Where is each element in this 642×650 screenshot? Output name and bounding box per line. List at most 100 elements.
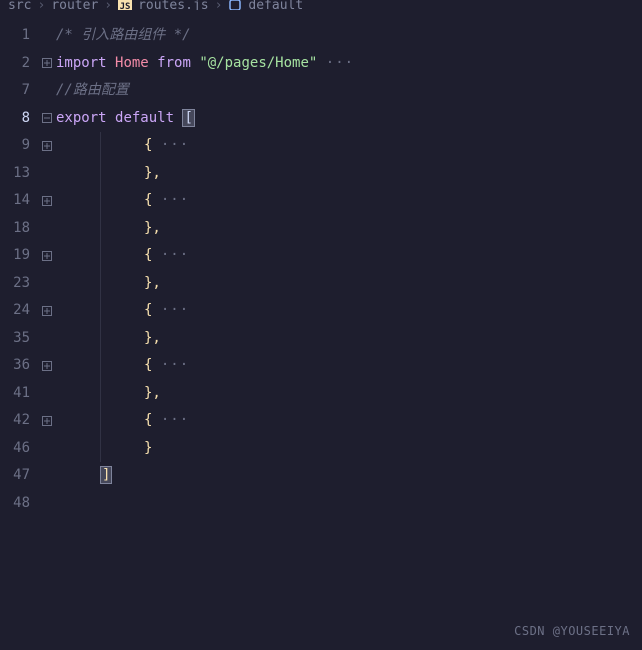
breadcrumb-sep: › bbox=[37, 0, 45, 10]
breadcrumb-seg[interactable]: src bbox=[8, 0, 31, 10]
fold-expand-icon[interactable] bbox=[38, 352, 56, 380]
indent-guide bbox=[100, 132, 101, 160]
indent-guide bbox=[100, 187, 101, 215]
line-number: 18 bbox=[0, 215, 30, 243]
breadcrumb-seg[interactable]: router bbox=[51, 0, 98, 10]
line-number: 8 bbox=[0, 105, 30, 133]
line-number: 46 bbox=[0, 435, 30, 463]
line-number: 13 bbox=[0, 160, 30, 188]
fold-empty bbox=[38, 22, 56, 50]
keyword: import bbox=[56, 55, 107, 71]
brace: }, bbox=[144, 165, 161, 181]
code-area[interactable]: /* 引入路由组件 */ import Home from "@/pages/H… bbox=[56, 10, 642, 650]
fold-ellipsis: ··· bbox=[161, 192, 189, 208]
indent-guide bbox=[100, 435, 101, 463]
indent-guide bbox=[100, 380, 101, 408]
code-line[interactable]: { ··· bbox=[56, 407, 642, 435]
line-number: 35 bbox=[0, 325, 30, 353]
brace: }, bbox=[144, 220, 161, 236]
fold-expand-icon[interactable] bbox=[38, 132, 56, 160]
code-line[interactable]: ] bbox=[56, 462, 642, 490]
indent-guide bbox=[100, 407, 101, 435]
fold-empty bbox=[38, 160, 56, 188]
fold-empty bbox=[38, 380, 56, 408]
fold-expand-icon[interactable] bbox=[38, 50, 56, 78]
brace: { bbox=[144, 137, 152, 153]
code-line[interactable]: { ··· bbox=[56, 187, 642, 215]
fold-empty bbox=[38, 270, 56, 298]
line-number: 24 bbox=[0, 297, 30, 325]
fold-ellipsis: ··· bbox=[161, 137, 189, 153]
fold-expand-icon[interactable] bbox=[38, 407, 56, 435]
indent-guide bbox=[100, 270, 101, 298]
symbol-icon bbox=[228, 0, 242, 10]
line-number-gutter: 1 2 7 8 9 13 14 18 19 23 24 35 36 41 42 … bbox=[0, 10, 38, 650]
fold-expand-icon[interactable] bbox=[38, 297, 56, 325]
line-number: 7 bbox=[0, 77, 30, 105]
svg-text:JS: JS bbox=[120, 2, 131, 10]
brace: }, bbox=[144, 385, 161, 401]
line-number: 19 bbox=[0, 242, 30, 270]
comment-text: /* 引入路由组件 */ bbox=[56, 27, 191, 43]
code-line[interactable]: }, bbox=[56, 325, 642, 353]
line-number: 47 bbox=[0, 462, 30, 490]
line-number: 9 bbox=[0, 132, 30, 160]
code-line[interactable]: }, bbox=[56, 215, 642, 243]
fold-ellipsis: ··· bbox=[161, 357, 189, 373]
fold-ellipsis: ··· bbox=[161, 247, 189, 263]
breadcrumb-sep: › bbox=[104, 0, 112, 10]
code-editor[interactable]: 1 2 7 8 9 13 14 18 19 23 24 35 36 41 42 … bbox=[0, 10, 642, 650]
code-line[interactable]: //路由配置 bbox=[56, 77, 642, 105]
fold-collapse-icon[interactable] bbox=[38, 105, 56, 133]
code-line[interactable]: } bbox=[56, 435, 642, 463]
code-line[interactable]: /* 引入路由组件 */ bbox=[56, 22, 642, 50]
indent-guide bbox=[100, 297, 101, 325]
fold-empty bbox=[38, 215, 56, 243]
brace: { bbox=[144, 302, 152, 318]
code-line[interactable]: }, bbox=[56, 270, 642, 298]
fold-empty bbox=[38, 77, 56, 105]
breadcrumb: src › router › JS routes.js › default bbox=[0, 0, 642, 10]
fold-expand-icon[interactable] bbox=[38, 242, 56, 270]
js-file-icon: JS bbox=[118, 0, 132, 10]
brace: }, bbox=[144, 330, 161, 346]
indent-guide bbox=[100, 242, 101, 270]
brace: }, bbox=[144, 275, 161, 291]
fold-ellipsis: ··· bbox=[161, 302, 189, 318]
fold-expand-icon[interactable] bbox=[38, 187, 56, 215]
keyword: export bbox=[56, 110, 107, 126]
identifier: Home bbox=[115, 55, 149, 71]
comment-text: //路由配置 bbox=[56, 82, 129, 98]
breadcrumb-sep: › bbox=[215, 0, 223, 10]
code-line[interactable]: { ··· bbox=[56, 242, 642, 270]
line-number: 48 bbox=[0, 490, 30, 518]
code-line[interactable]: { ··· bbox=[56, 352, 642, 380]
line-number: 36 bbox=[0, 352, 30, 380]
bracket: ] bbox=[100, 466, 112, 484]
fold-ellipsis: ··· bbox=[161, 412, 189, 428]
code-line[interactable] bbox=[56, 490, 642, 518]
line-number: 1 bbox=[0, 22, 30, 50]
indent-guide bbox=[100, 325, 101, 353]
indent-guide bbox=[100, 160, 101, 188]
code-line[interactable]: }, bbox=[56, 160, 642, 188]
fold-ellipsis: ··· bbox=[326, 55, 354, 71]
code-line[interactable]: { ··· bbox=[56, 132, 642, 160]
code-line[interactable]: { ··· bbox=[56, 297, 642, 325]
code-line[interactable]: }, bbox=[56, 380, 642, 408]
brace: { bbox=[144, 357, 152, 373]
fold-empty bbox=[38, 325, 56, 353]
keyword: from bbox=[157, 55, 191, 71]
watermark: CSDN @YOUSEEIYA bbox=[514, 624, 630, 638]
indent-guide bbox=[100, 352, 101, 380]
bracket: [ bbox=[182, 109, 194, 127]
breadcrumb-seg[interactable]: default bbox=[248, 0, 303, 10]
line-number: 14 bbox=[0, 187, 30, 215]
indent-guide bbox=[100, 215, 101, 243]
code-line[interactable]: import Home from "@/pages/Home" ··· bbox=[56, 50, 642, 78]
line-number: 42 bbox=[0, 407, 30, 435]
breadcrumb-seg[interactable]: routes.js bbox=[138, 0, 208, 10]
line-number: 2 bbox=[0, 50, 30, 78]
code-line[interactable]: export default [ bbox=[56, 105, 642, 133]
brace: { bbox=[144, 412, 152, 428]
